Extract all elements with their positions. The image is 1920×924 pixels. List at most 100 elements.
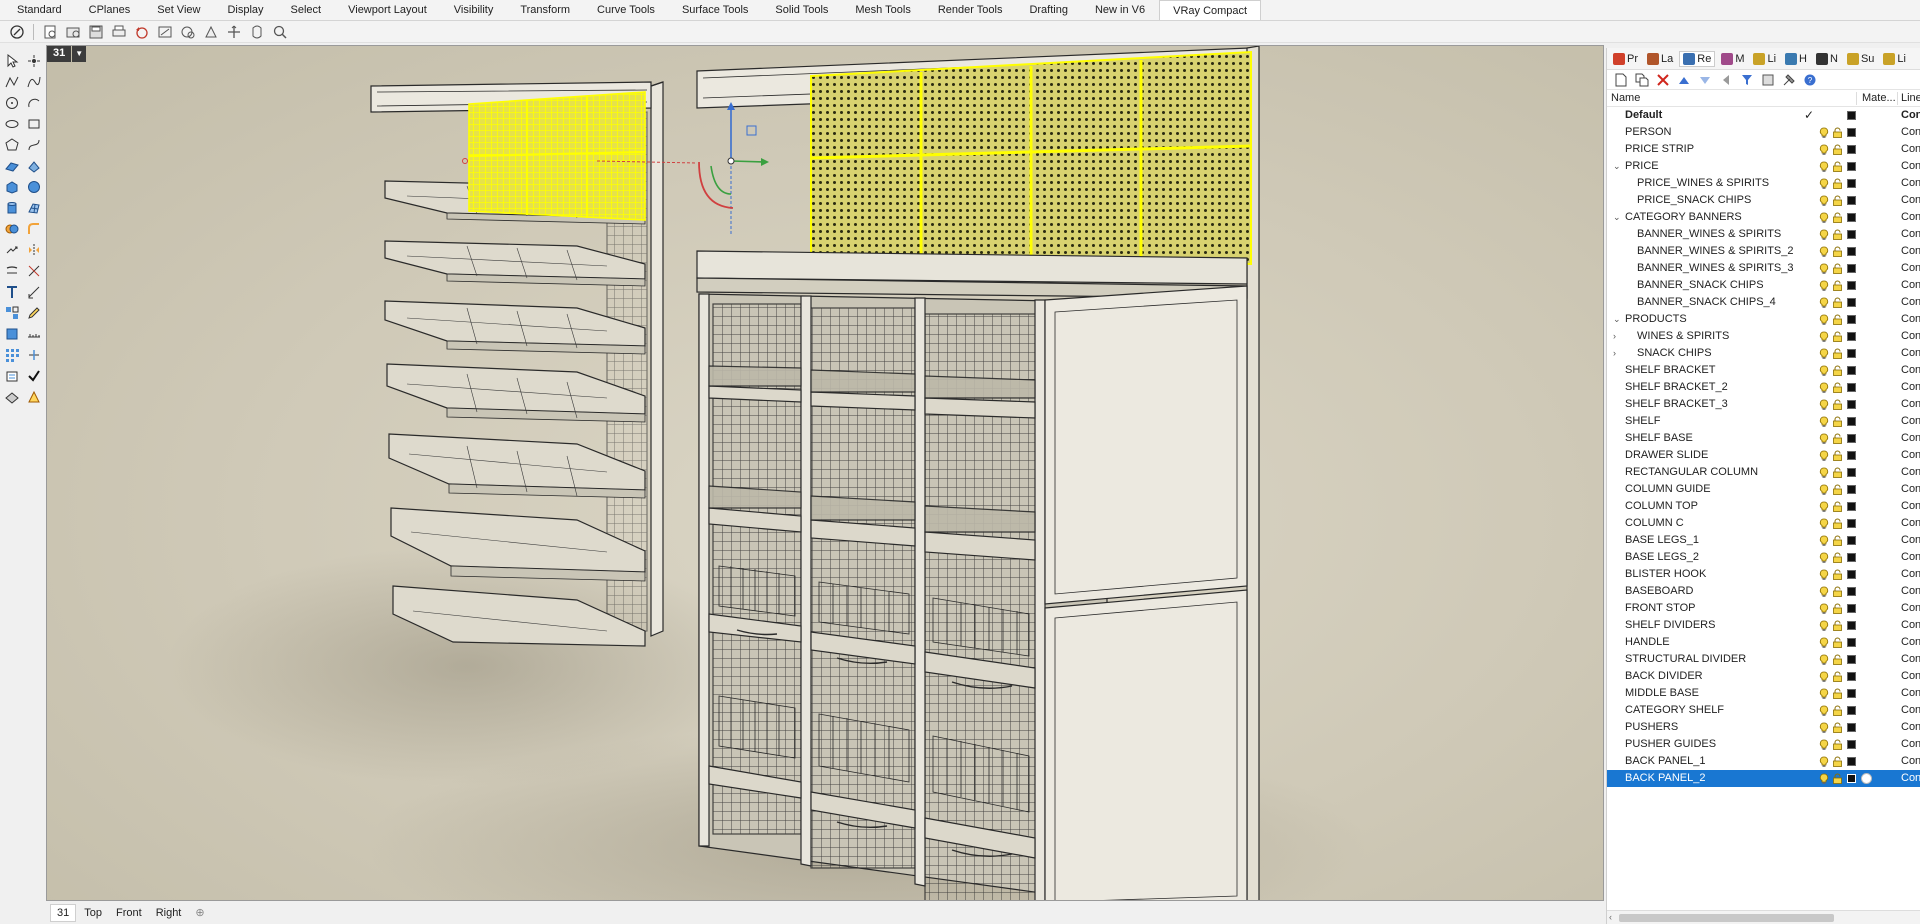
lock-icon[interactable]	[1832, 382, 1843, 393]
trim-icon[interactable]	[24, 261, 44, 281]
pipe-icon[interactable]	[2, 261, 22, 281]
panel-tab[interactable]: Su	[1844, 52, 1877, 66]
layer-color-swatch[interactable]	[1847, 740, 1856, 749]
linetype-cell[interactable]: Con	[1901, 158, 1920, 175]
visibility-bulb-icon[interactable]	[1819, 467, 1829, 478]
layer-color-swatch[interactable]	[1847, 774, 1856, 783]
visibility-bulb-icon[interactable]	[1819, 620, 1829, 631]
panel-tab[interactable]: N	[1813, 52, 1841, 66]
lock-icon[interactable]	[1832, 603, 1843, 614]
linetype-cell[interactable]: Con	[1901, 396, 1920, 413]
move-up-icon[interactable]	[1676, 72, 1692, 88]
layer-color-swatch[interactable]	[1847, 587, 1856, 596]
lock-icon[interactable]	[1832, 722, 1843, 733]
lock-icon[interactable]	[1832, 229, 1843, 240]
dimension-icon[interactable]	[24, 282, 44, 302]
layer-row[interactable]: PERSON Con	[1607, 124, 1920, 141]
visibility-bulb-icon[interactable]	[1819, 263, 1829, 274]
layer-row[interactable]: PRICE_SNACK CHIPS Con	[1607, 192, 1920, 209]
panel-tab[interactable]: Li	[1880, 52, 1909, 66]
panel-tab[interactable]: Re	[1679, 50, 1716, 67]
layer-color-swatch[interactable]	[1847, 672, 1856, 681]
layer-color-swatch[interactable]	[1847, 621, 1856, 630]
layer-name[interactable]: MIDDLE BASE	[1625, 685, 1699, 702]
layer-color-swatch[interactable]	[1847, 689, 1856, 698]
viewport-tab[interactable]: Front	[110, 905, 148, 921]
layer-row[interactable]: COLUMN C Con	[1607, 515, 1920, 532]
layer-row[interactable]: PUSHER GUIDES Con	[1607, 736, 1920, 753]
layer-name[interactable]: STRUCTURAL DIVIDER	[1625, 651, 1746, 668]
toolbar-tab[interactable]: CPlanes	[76, 0, 145, 20]
lock-icon[interactable]	[1832, 331, 1843, 342]
linetype-cell[interactable]: Con	[1901, 379, 1920, 396]
linetype-cell[interactable]: Con	[1901, 702, 1920, 719]
viewport-dropdown-icon[interactable]: ▼	[72, 46, 87, 62]
layer-color-swatch[interactable]	[1847, 128, 1856, 137]
lock-icon[interactable]	[1832, 518, 1843, 529]
layer-color-swatch[interactable]	[1847, 332, 1856, 341]
toolbar-tab[interactable]: Surface Tools	[669, 0, 762, 20]
layer-color-swatch[interactable]	[1847, 723, 1856, 732]
layer-color-swatch[interactable]	[1847, 383, 1856, 392]
collapse-icon[interactable]: ⌄	[1613, 209, 1621, 226]
toolbar-tab[interactable]: Mesh Tools	[842, 0, 924, 20]
linetype-cell[interactable]: Con	[1901, 362, 1920, 379]
sphere-icon[interactable]	[24, 177, 44, 197]
layer-row[interactable]: STRUCTURAL DIVIDER Con	[1607, 651, 1920, 668]
linetype-cell[interactable]: Con	[1901, 753, 1920, 770]
panel-tab[interactable]: Li	[1750, 52, 1779, 66]
freeform-icon[interactable]	[24, 135, 44, 155]
linetype-cell[interactable]: Con	[1901, 566, 1920, 583]
lock-icon[interactable]	[1832, 620, 1843, 631]
layer-row[interactable]: BACK PANEL_1 Con	[1607, 753, 1920, 770]
layer-row[interactable]: SHELF BRACKET Con	[1607, 362, 1920, 379]
linetype-cell[interactable]: Con	[1901, 226, 1920, 243]
linetype-cell[interactable]: Con	[1901, 770, 1920, 787]
linetype-cell[interactable]: Con	[1901, 413, 1920, 430]
lock-icon[interactable]	[1832, 739, 1843, 750]
current-layer-checkmark-icon[interactable]: ✓	[1804, 107, 1814, 124]
visibility-bulb-icon[interactable]	[1819, 756, 1829, 767]
layer-color-swatch[interactable]	[1847, 281, 1856, 290]
toolbar-tab[interactable]: Solid Tools	[762, 0, 842, 20]
linetype-cell[interactable]: Con	[1901, 685, 1920, 702]
layer-row[interactable]: BACK PANEL_2 Con	[1607, 770, 1920, 787]
toolbar-tab[interactable]: Display	[214, 0, 277, 20]
visibility-bulb-icon[interactable]	[1819, 603, 1829, 614]
cancel-icon[interactable]	[8, 23, 26, 41]
scrollbar-thumb[interactable]	[1619, 914, 1834, 922]
layer-row[interactable]: ⌄ PRICE Con	[1607, 158, 1920, 175]
visibility-bulb-icon[interactable]	[1819, 518, 1829, 529]
visibility-bulb-icon[interactable]	[1819, 161, 1829, 172]
visibility-bulb-icon[interactable]	[1819, 654, 1829, 665]
visibility-bulb-icon[interactable]	[1819, 586, 1829, 597]
layer-color-swatch[interactable]	[1847, 145, 1856, 154]
lock-icon[interactable]	[1832, 280, 1843, 291]
layer-name[interactable]: PERSON	[1625, 124, 1671, 141]
lock-icon[interactable]	[1832, 161, 1843, 172]
panel-tab[interactable]: La	[1644, 52, 1676, 66]
layer-row[interactable]: DRAWER SLIDE Con	[1607, 447, 1920, 464]
viewport-title-label[interactable]: 31	[47, 46, 72, 62]
lock-icon[interactable]	[1832, 501, 1843, 512]
lock-icon[interactable]	[1832, 246, 1843, 257]
layer-color-swatch[interactable]	[1847, 213, 1856, 222]
layer-color-swatch[interactable]	[1847, 230, 1856, 239]
visibility-bulb-icon[interactable]	[1819, 433, 1829, 444]
box-icon[interactable]	[2, 177, 22, 197]
layer-row[interactable]: BACK DIVIDER Con	[1607, 668, 1920, 685]
linetype-cell[interactable]: Con	[1901, 209, 1920, 226]
linetype-cell[interactable]: Con	[1901, 328, 1920, 345]
layer-name[interactable]: SHELF DIVIDERS	[1625, 617, 1715, 634]
lock-icon[interactable]	[1832, 569, 1843, 580]
layer-color-swatch[interactable]	[1847, 706, 1856, 715]
linetype-cell[interactable]: Con	[1901, 311, 1920, 328]
lock-icon[interactable]	[1832, 416, 1843, 427]
layer-name[interactable]: PUSHERS	[1625, 719, 1678, 736]
layer-color-swatch[interactable]	[1847, 264, 1856, 273]
pan-icon[interactable]	[225, 23, 243, 41]
layer-row[interactable]: BASEBOARD Con	[1607, 583, 1920, 600]
layer-name[interactable]: COLUMN C	[1625, 515, 1684, 532]
linetype-cell[interactable]: Con	[1901, 447, 1920, 464]
layer-name[interactable]: BANNER_SNACK CHIPS	[1637, 277, 1764, 294]
